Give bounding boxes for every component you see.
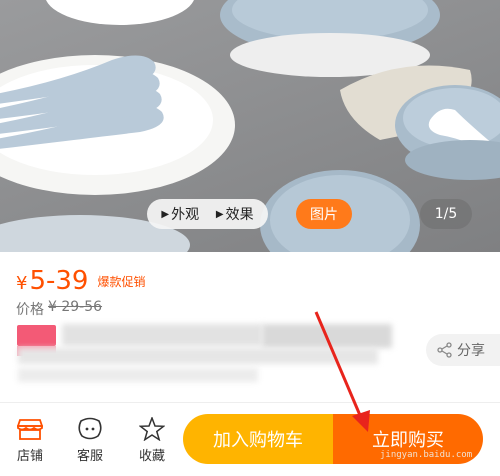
share-icon (437, 342, 452, 358)
price-row: ¥ 5-39 爆款促销 (16, 266, 146, 296)
play-icon: ▶ (161, 208, 170, 220)
tab-images[interactable]: 图片 (296, 199, 352, 229)
view-mode-switch: ▶ 外观 ▶ 效果 (147, 199, 268, 229)
original-price: ¥ 29-56 (48, 299, 103, 315)
service-icon (78, 417, 102, 440)
service-label: 客服 (76, 449, 103, 464)
sale-price: 5-39 (29, 266, 89, 296)
image-counter: 1/5 (420, 199, 472, 229)
store-label: 店铺 (16, 449, 43, 464)
store-button[interactable]: 店铺 (6, 417, 54, 464)
tab-effect-label: 效果 (225, 207, 254, 223)
original-price-row: 价格 ¥ 29-56 (16, 299, 102, 319)
currency-symbol: ¥ (16, 273, 28, 294)
add-to-cart-label: 加入购物车 (213, 430, 303, 451)
share-label: 分享 (457, 343, 485, 359)
tab-appearance-label: 外观 (171, 207, 200, 223)
title-blur (262, 324, 392, 348)
play-icon: ▶ (215, 208, 224, 220)
title-blur (62, 324, 262, 346)
product-image[interactable]: ▶ 外观 ▶ 效果 图片 1/5 (0, 0, 500, 252)
original-price-label: 价格 (16, 302, 44, 318)
favorite-button[interactable]: 收藏 (128, 417, 176, 464)
title-blur (18, 348, 378, 364)
customer-service-button[interactable]: 客服 (66, 417, 114, 464)
buy-now-label: 立即购买 (372, 430, 444, 451)
star-icon (139, 417, 165, 441)
image-counter-text: 1/5 (434, 206, 458, 222)
watermark: jingyan.baidu.com (380, 450, 473, 460)
store-icon (17, 419, 43, 440)
share-button[interactable]: 分享 (426, 334, 500, 366)
favorite-label: 收藏 (138, 449, 165, 464)
tab-effect[interactable]: ▶ 效果 (216, 204, 254, 224)
add-to-cart-button[interactable]: 加入购物车 (183, 414, 333, 464)
store-tag (17, 325, 56, 346)
title-blur (18, 368, 258, 382)
tab-images-label: 图片 (310, 207, 338, 223)
tab-appearance[interactable]: ▶ 外观 (161, 204, 199, 224)
promo-badge: 爆款促销 (97, 275, 146, 289)
